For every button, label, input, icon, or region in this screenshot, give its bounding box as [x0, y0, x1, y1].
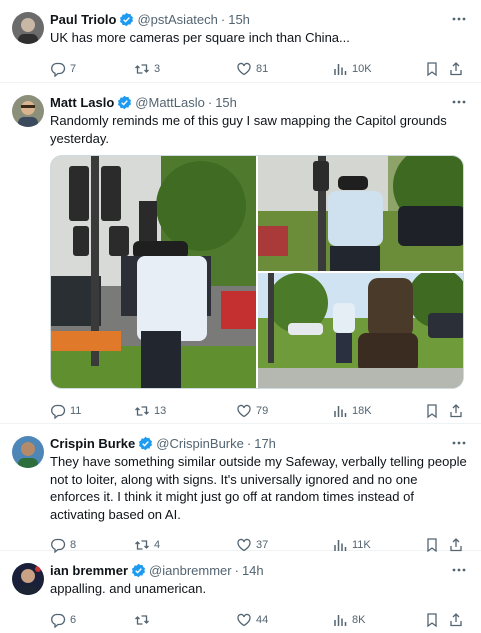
views-count: 8K [352, 613, 366, 626]
views-count: 11K [352, 539, 371, 551]
author-handle[interactable]: @pstAsiatech [137, 12, 217, 27]
tweet-text: UK has more cameras per square inch than… [50, 30, 350, 45]
views-button[interactable]: 8K [332, 612, 365, 628]
avatar[interactable] [12, 95, 44, 127]
views-icon [334, 63, 347, 75]
like-count: 81 [256, 62, 269, 75]
tweet-text: They have something similar outside my S… [50, 454, 467, 522]
reply-button[interactable]: 6 [50, 612, 76, 628]
retweet-icon [135, 614, 149, 625]
photo-2[interactable] [258, 156, 464, 271]
reply-icon [51, 62, 66, 77]
reply-button[interactable]: 11 [50, 403, 81, 419]
separator-dot: · [234, 562, 239, 578]
like-button[interactable]: 44 [236, 612, 268, 628]
verified-badge-icon [120, 12, 134, 26]
bookmark-icon [427, 612, 437, 627]
like-icon [237, 613, 251, 626]
like-icon [237, 404, 251, 418]
tweet[interactable]: Paul Triolo @pstAsiatech · 15h UK has mo… [0, 0, 481, 83]
reply-count: 7 [70, 62, 77, 75]
share-icon [450, 61, 462, 75]
like-count: 37 [256, 539, 269, 551]
reply-icon [51, 404, 66, 419]
share-button[interactable] [448, 403, 464, 419]
timestamp[interactable]: 15h [228, 12, 250, 27]
reply-count: 6 [70, 613, 77, 626]
reply-icon [51, 613, 66, 628]
more-icon[interactable] [451, 435, 467, 451]
views-button[interactable]: 18K [332, 403, 372, 419]
timeline-feed: Paul Triolo @pstAsiatech · 15h UK has mo… [0, 0, 481, 633]
tweet[interactable]: Crispin Burke @CrispinBurke · 17h They h… [0, 424, 481, 553]
views-icon [334, 406, 347, 417]
verified-badge-icon [132, 563, 146, 577]
timestamp[interactable]: 15h [215, 95, 237, 110]
retweet-button[interactable]: 13 [134, 403, 166, 419]
photo-1[interactable] [51, 156, 256, 389]
like-button[interactable]: 79 [236, 403, 268, 419]
verified-badge-icon [139, 436, 153, 450]
author-name[interactable]: Paul Triolo [50, 12, 116, 27]
author-name[interactable]: Matt Laslo [50, 95, 114, 110]
tweet-header: Matt Laslo @MattLaslo · 15h [50, 93, 469, 111]
author-handle[interactable]: @CrispinBurke [156, 436, 244, 451]
bookmark-button[interactable] [424, 61, 440, 77]
share-button[interactable] [448, 61, 464, 77]
separator-dot: · [220, 11, 226, 27]
tweet-header: Paul Triolo @pstAsiatech · 15h [50, 10, 469, 28]
tweet-header: ian bremmer @ianbremmer · 14h [50, 561, 469, 579]
retweet-button[interactable]: 3 [134, 61, 160, 77]
verified-badge-icon [118, 95, 132, 109]
views-count: 18K [352, 405, 372, 417]
retweet-count: 13 [154, 405, 167, 417]
views-button[interactable]: 10K [332, 61, 372, 77]
tweet-text: appalling. and unamerican. [50, 581, 207, 596]
author-handle[interactable]: @MattLaslo [135, 95, 205, 110]
share-icon [450, 612, 462, 626]
tweet-header: Crispin Burke @CrispinBurke · 17h [50, 434, 469, 452]
retweet-count: 3 [154, 62, 161, 75]
reply-count: 8 [70, 539, 77, 551]
photo-3[interactable] [258, 273, 464, 389]
author-handle[interactable]: @ianbremmer [149, 563, 232, 578]
tweet[interactable]: Matt Laslo @MattLaslo · 15h Randomly rem… [0, 83, 481, 424]
tweet-actions: 7 3 81 10K [50, 55, 469, 83]
bookmark-icon [427, 404, 437, 419]
tweet-actions: 11 13 79 18K [50, 397, 469, 425]
tweet-actions: 6 44 8K [50, 606, 469, 633]
more-icon[interactable] [451, 94, 467, 110]
tweet[interactable]: ian bremmer @ianbremmer · 14h appalling.… [0, 551, 481, 633]
like-icon [237, 62, 251, 75]
bookmark-button[interactable] [424, 612, 440, 628]
author-name[interactable]: ian bremmer [50, 563, 128, 578]
avatar[interactable] [12, 563, 44, 595]
share-button[interactable] [448, 612, 464, 628]
timestamp[interactable]: 14h [242, 563, 264, 578]
tweet-text: Randomly reminds me of this guy I saw ma… [50, 113, 447, 146]
more-icon[interactable] [451, 11, 467, 27]
more-icon[interactable] [451, 562, 467, 578]
views-count: 10K [352, 62, 372, 75]
author-name[interactable]: Crispin Burke [50, 436, 135, 451]
reply-button[interactable]: 7 [50, 61, 76, 77]
avatar[interactable] [12, 12, 44, 44]
like-button[interactable]: 81 [236, 61, 268, 77]
retweet-button[interactable] [134, 612, 154, 628]
timestamp[interactable]: 17h [254, 436, 276, 451]
retweet-icon [135, 63, 149, 74]
bookmark-button[interactable] [424, 403, 440, 419]
views-icon [334, 614, 347, 626]
separator-dot: · [207, 94, 213, 110]
bookmark-icon [427, 61, 437, 76]
share-icon [450, 404, 462, 418]
retweet-icon [135, 406, 149, 416]
like-count: 44 [256, 613, 269, 626]
avatar[interactable] [12, 436, 44, 468]
like-count: 79 [256, 405, 269, 417]
reply-count: 11 [70, 405, 82, 417]
separator-dot: · [246, 435, 252, 451]
retweet-count: 4 [154, 539, 161, 551]
media-grid [50, 155, 464, 389]
